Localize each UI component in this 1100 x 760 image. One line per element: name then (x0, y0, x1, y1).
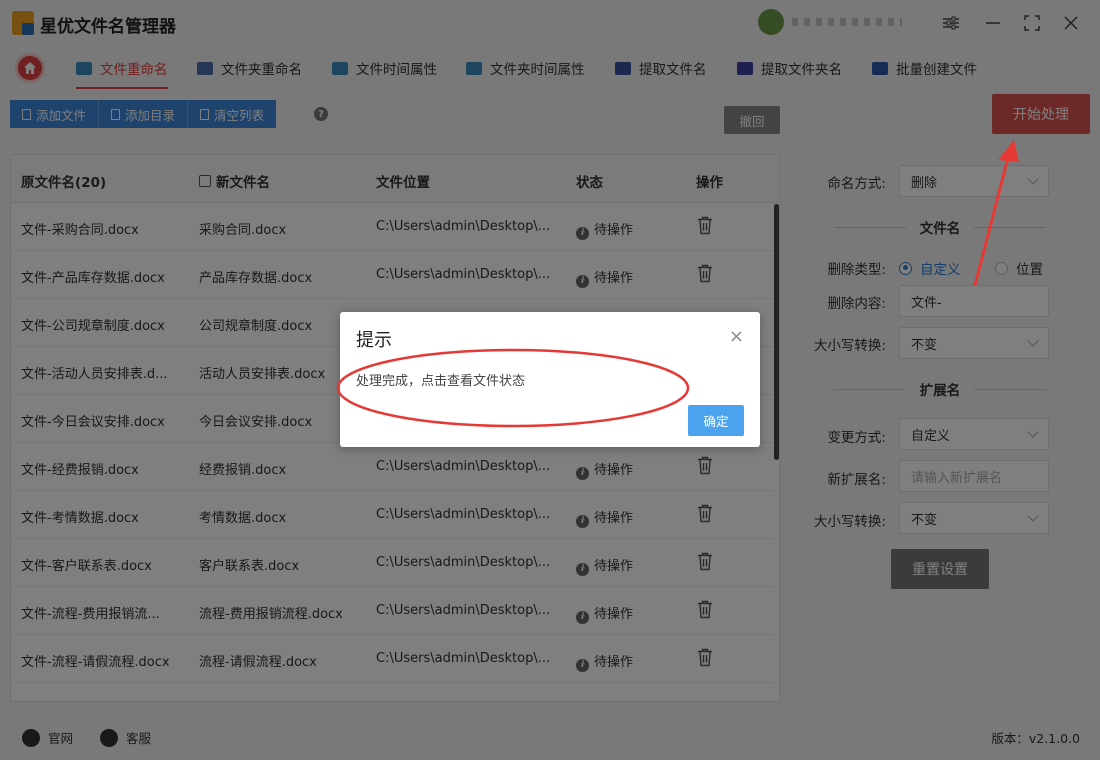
dialog-title: 提示 (356, 330, 392, 351)
completion-dialog: 提示 × 处理完成，点击查看文件状态 确定 (340, 312, 760, 447)
dialog-message: 处理完成，点击查看文件状态 (356, 374, 526, 389)
dialog-ok-button[interactable]: 确定 (688, 405, 744, 436)
dialog-close-icon[interactable]: × (729, 326, 744, 347)
